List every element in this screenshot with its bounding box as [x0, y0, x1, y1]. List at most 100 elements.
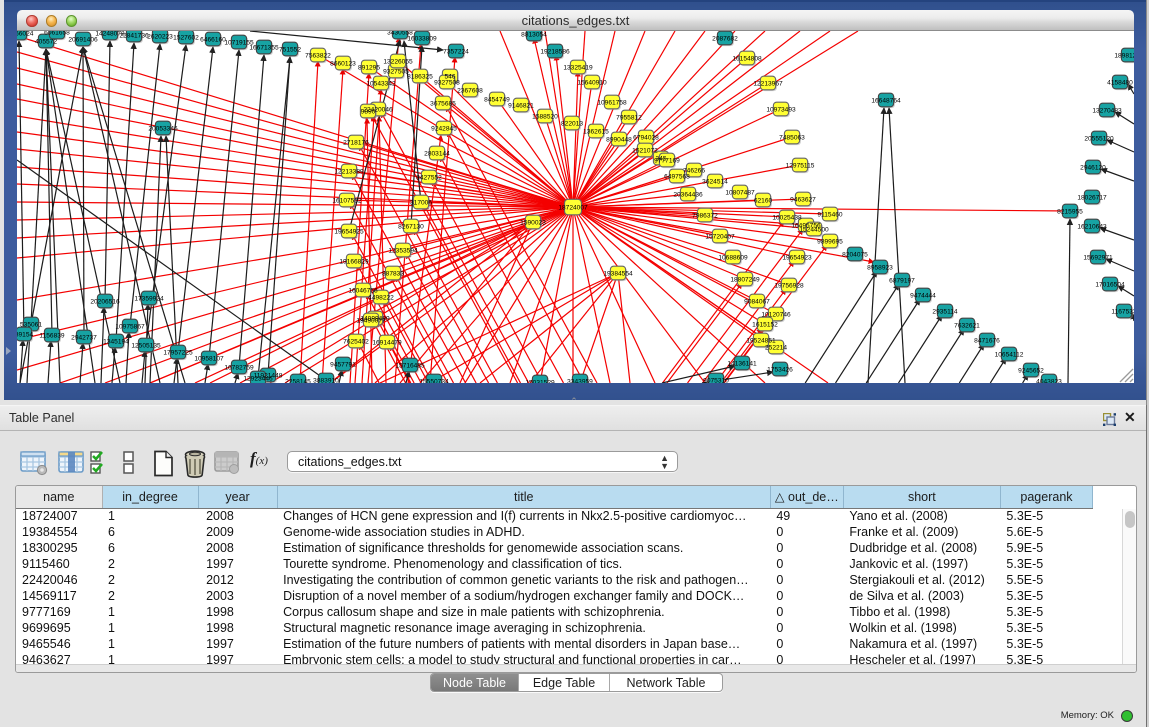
svg-text:2620223: 2620223	[147, 33, 173, 40]
svg-text:8454749: 8454749	[484, 96, 510, 103]
svg-text:10688609: 10688609	[718, 254, 748, 261]
svg-text:8427552: 8427552	[416, 174, 442, 181]
svg-text:3343959: 3343959	[567, 378, 593, 383]
svg-text:10958107: 10958107	[194, 355, 224, 362]
svg-text:4498222: 4498222	[368, 294, 394, 301]
svg-text:19218586: 19218586	[540, 48, 570, 55]
svg-text:19166829: 19166829	[339, 258, 369, 265]
svg-text:9899695: 9899695	[817, 238, 843, 245]
svg-text:15640910: 15640910	[577, 79, 607, 86]
svg-text:20206516: 20206516	[90, 298, 120, 305]
svg-text:6879197: 6879197	[889, 277, 915, 284]
svg-text:12505135: 12505135	[131, 342, 161, 349]
svg-text:18724007: 18724007	[558, 204, 588, 211]
svg-text:6497568: 6497568	[664, 173, 690, 180]
svg-text:10654112: 10654112	[995, 351, 1024, 358]
svg-text:18981216: 18981216	[1114, 52, 1134, 59]
svg-text:14136141: 14136141	[727, 360, 757, 367]
svg-text:8990448: 8990448	[606, 136, 632, 143]
svg-text:3675685: 3675685	[430, 100, 456, 107]
svg-text:22841736: 22841736	[119, 32, 149, 39]
svg-text:15550734: 15550734	[419, 378, 449, 383]
svg-text:7986372: 7986372	[692, 212, 718, 219]
svg-text:8215955: 8215955	[1057, 208, 1083, 215]
svg-text:8813054: 8813054	[521, 31, 547, 38]
svg-text:16782759: 16782759	[224, 364, 254, 371]
svg-text:1362615: 1362615	[583, 128, 609, 135]
svg-text:7632621: 7632621	[954, 322, 980, 329]
svg-text:17359924: 17359924	[134, 295, 164, 302]
svg-text:16046756: 16046756	[348, 287, 378, 294]
svg-text:16154808: 16154808	[732, 55, 762, 62]
svg-text:7625402: 7625402	[343, 338, 369, 345]
svg-text:18026717: 18026717	[1077, 194, 1107, 201]
svg-text:10973493: 10973493	[766, 106, 796, 113]
svg-text:3624514: 3624514	[702, 178, 728, 185]
svg-text:7485063: 7485063	[779, 134, 805, 141]
svg-text:15244500: 15244500	[799, 226, 829, 233]
svg-text:1615152: 1615152	[752, 321, 778, 328]
svg-text:6466160: 6466160	[200, 36, 226, 43]
svg-text:16107552: 16107552	[332, 197, 362, 204]
svg-text:19756928: 19756928	[774, 282, 804, 289]
svg-text:6794028: 6794028	[633, 134, 659, 141]
svg-text:10807487: 10807487	[725, 189, 755, 196]
svg-text:10120746: 10120746	[761, 311, 791, 318]
svg-text:1588520: 1588520	[532, 113, 558, 120]
svg-text:2935114: 2935114	[932, 308, 958, 315]
svg-text:13325419: 13325419	[563, 64, 593, 71]
svg-text:10543342: 10543342	[366, 80, 396, 87]
svg-text:13226055: 13226055	[383, 58, 413, 65]
svg-text:2946120: 2946120	[1080, 164, 1106, 171]
svg-text:15716485: 15716485	[395, 362, 425, 369]
svg-text:20053346: 20053346	[148, 125, 178, 132]
svg-text:12975115: 12975115	[786, 162, 815, 169]
svg-text:18807249: 18807249	[730, 276, 760, 283]
svg-text:15692971: 15692971	[1083, 254, 1113, 261]
svg-text:9890: 9890	[361, 108, 376, 115]
svg-text:1753426: 1753426	[767, 366, 793, 373]
svg-text:8958923: 8958923	[867, 264, 893, 271]
svg-text:10025438: 10025438	[772, 214, 802, 221]
svg-text:10961758: 10961758	[597, 99, 627, 106]
svg-text:19524851: 19524851	[746, 337, 776, 344]
svg-text:9075310: 9075310	[703, 377, 729, 383]
svg-text:3883910: 3883910	[313, 377, 339, 383]
svg-text:8186325: 8186325	[407, 73, 433, 80]
svg-text:4158480: 4158480	[1107, 79, 1133, 86]
svg-text:7357224: 7357224	[443, 48, 469, 55]
svg-text:12213389: 12213389	[334, 168, 364, 175]
svg-text:9457791: 9457791	[330, 361, 356, 368]
svg-text:15031529: 15031529	[525, 379, 555, 383]
svg-text:15720407: 15720407	[705, 233, 735, 240]
svg-text:8204075: 8204075	[842, 251, 868, 258]
svg-text:4043823: 4043823	[1036, 378, 1062, 383]
svg-text:8471676: 8471676	[974, 337, 1000, 344]
svg-text:2718176: 2718176	[343, 139, 369, 146]
svg-text:9463627: 9463627	[790, 196, 816, 203]
svg-text:9474444: 9474444	[910, 292, 936, 299]
svg-text:535061: 535061	[20, 321, 42, 328]
svg-text:17957225: 17957225	[163, 349, 193, 356]
svg-text:1167533: 1167533	[1111, 308, 1134, 315]
svg-text:20364436: 20364436	[673, 191, 703, 198]
svg-text:751552: 751552	[279, 46, 301, 53]
svg-text:317006: 317006	[410, 199, 432, 206]
svg-text:891295: 891295	[358, 64, 380, 71]
svg-text:16914479: 16914479	[372, 339, 402, 346]
svg-text:252214: 252214	[765, 344, 787, 351]
svg-text:2087682: 2087682	[712, 35, 738, 42]
svg-text:16671355: 16671355	[249, 44, 279, 51]
svg-text:2803144: 2803144	[424, 150, 450, 157]
svg-text:2258145: 2258145	[285, 378, 311, 383]
svg-text:1590023: 1590023	[520, 219, 546, 226]
svg-text:7955812: 7955812	[616, 114, 642, 121]
svg-text:1621072: 1621072	[632, 147, 658, 154]
svg-text:9084067: 9084067	[744, 298, 770, 305]
svg-text:12923446: 12923446	[243, 375, 273, 382]
svg-text:20555120: 20555120	[1084, 135, 1114, 142]
svg-text:822013: 822013	[561, 120, 583, 127]
svg-text:6061658: 6061658	[44, 31, 70, 36]
svg-text:19384554: 19384554	[603, 270, 633, 277]
svg-text:1345194: 1345194	[103, 338, 129, 345]
